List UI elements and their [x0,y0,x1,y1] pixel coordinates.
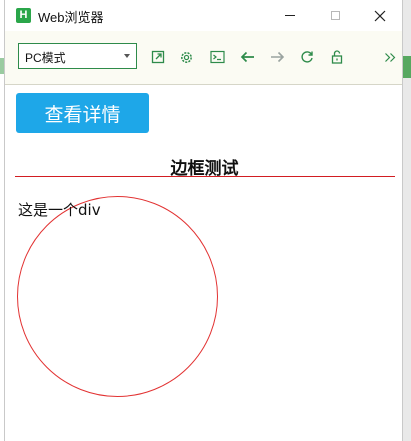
window-title: Web浏览器 [38,10,104,25]
more-chevrons-icon [385,52,396,62]
circle-bordered-div [17,196,218,397]
open-external-button[interactable] [149,49,167,65]
maximize-button[interactable] [312,0,358,31]
external-link-icon [151,50,165,64]
terminal-icon [209,50,225,64]
mode-select[interactable]: PC模式 [18,43,137,69]
refresh-icon [301,51,313,63]
close-icon [374,10,386,21]
unlock-icon [331,50,343,64]
minimize-icon [285,15,295,16]
div-text: 这是一个div [18,201,101,219]
desktop-green-strip [403,56,411,78]
settings-icon [180,51,192,63]
view-details-button[interactable]: 查看详情 [16,93,149,133]
toolbar: PC模式 [5,31,402,85]
forward-button[interactable] [268,49,286,65]
close-button[interactable] [357,0,403,31]
lock-button[interactable] [328,49,346,65]
back-arrow-icon [240,51,254,63]
page-content: 查看详情 边框测试 这是一个div [5,85,402,441]
more-button[interactable] [381,49,399,65]
console-button[interactable] [208,49,226,65]
back-button[interactable] [238,49,256,65]
chevron-down-icon [124,54,130,58]
browser-window: H Web浏览器 PC模式 查看详情 边框测试 这是一个div [4,0,403,441]
mode-select-value: PC模式 [25,51,66,65]
minimize-button[interactable] [267,0,313,31]
heading-divider [15,176,395,177]
settings-button[interactable] [177,49,195,65]
refresh-button[interactable] [298,49,316,65]
title-bar[interactable]: H Web浏览器 [5,0,402,31]
forward-arrow-icon [270,51,284,63]
maximize-icon [330,11,340,20]
app-icon: H [16,8,31,23]
